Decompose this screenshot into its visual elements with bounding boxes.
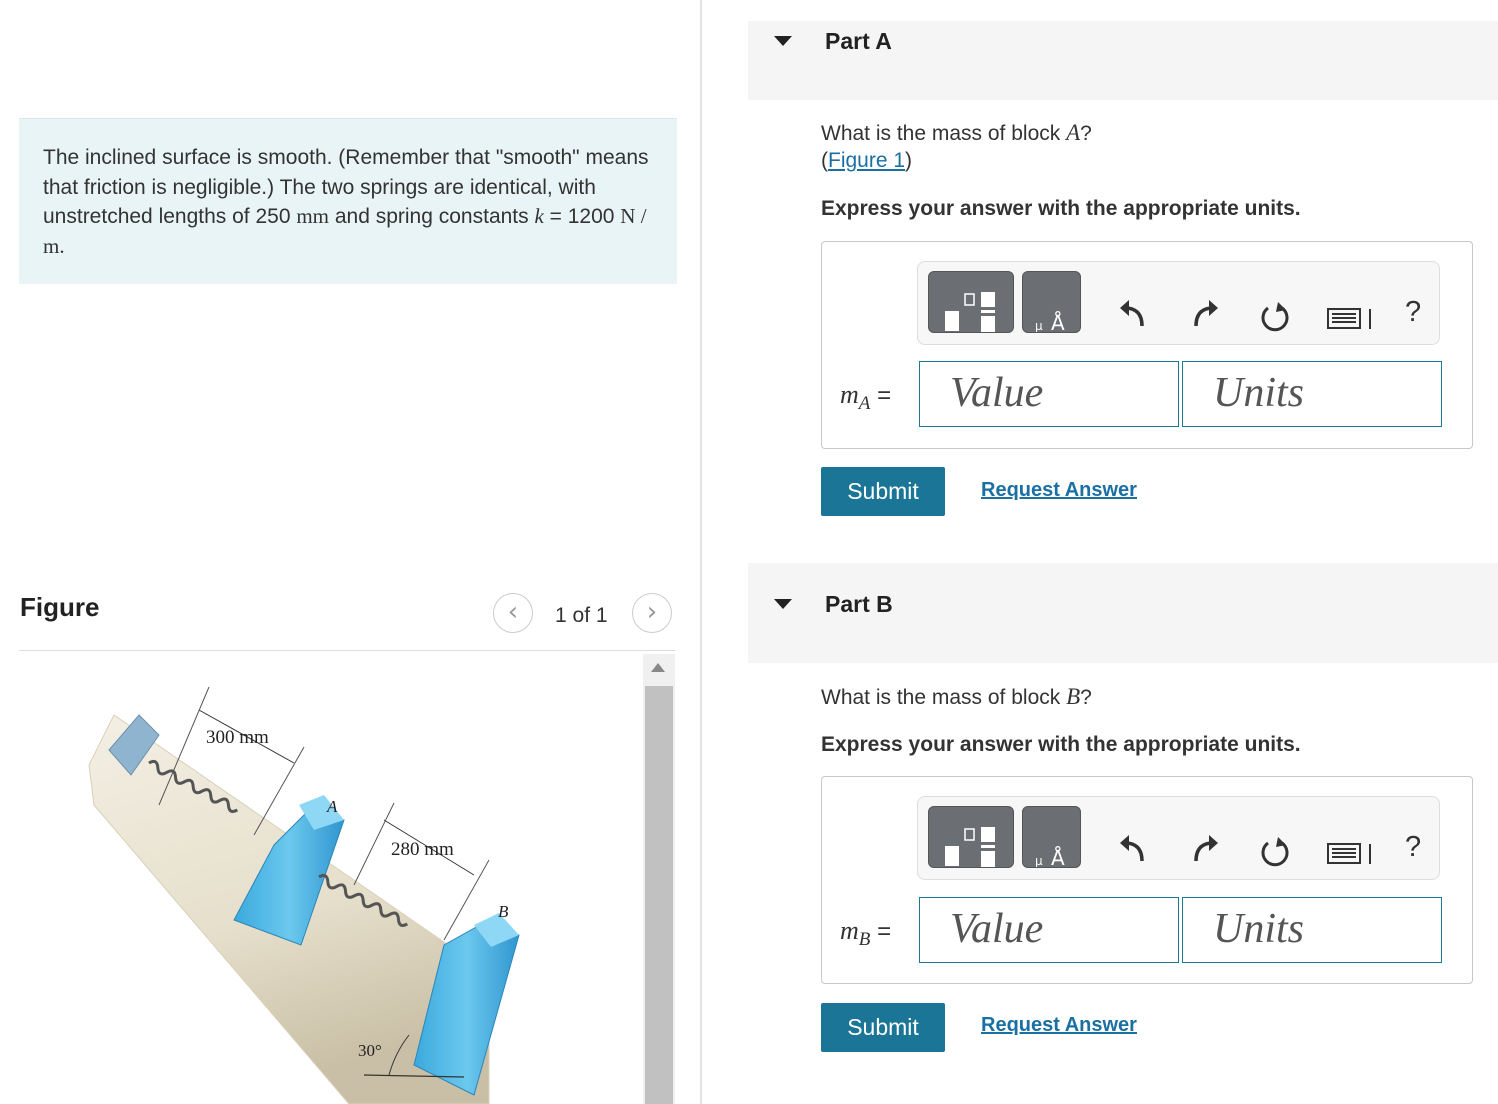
mm-unit: mm	[296, 204, 330, 228]
dim-label-280: 280 mm	[391, 839, 454, 860]
scroll-up-arrow-icon[interactable]	[651, 663, 665, 672]
next-figure-button[interactable]: ›	[632, 593, 672, 633]
k-symbol: k	[534, 204, 544, 228]
part-b-units-input[interactable]: Units	[1182, 897, 1442, 963]
figure-link[interactable]: Figure 1	[828, 149, 905, 172]
block-a-label: A	[326, 797, 338, 816]
part-a-toolbar: μ Å ?	[917, 261, 1440, 345]
figure-heading: Figure	[20, 592, 100, 622]
part-b-value-input[interactable]: Value	[919, 897, 1179, 963]
keyboard-icon[interactable]	[1326, 306, 1376, 334]
problem-text-2: and spring constants	[329, 205, 535, 228]
figure-link-line: (Figure 1)	[821, 149, 913, 172]
part-b-question: What is the mass of block B?	[821, 684, 1092, 709]
block-symbol: B	[1066, 684, 1081, 709]
dim-label-300: 300 mm	[206, 727, 269, 748]
figure-divider	[19, 650, 675, 651]
part-a-title: Part A	[825, 28, 892, 54]
part-a-value-input[interactable]: Value	[919, 361, 1179, 427]
ext-line-2a	[353, 802, 395, 886]
undo-icon[interactable]	[1118, 298, 1146, 328]
block-b-label: B	[498, 902, 509, 921]
part-b-title: Part B	[825, 591, 893, 617]
redo-icon[interactable]	[1192, 298, 1220, 328]
block-symbol: A	[1066, 120, 1081, 145]
chevron-left-icon: ‹	[507, 597, 519, 627]
angle-label: 30°	[358, 1041, 382, 1060]
angstrom-units-icon[interactable]: μ Å	[1022, 271, 1081, 335]
part-a-submit-button[interactable]: Submit	[821, 467, 945, 516]
redo-icon[interactable]	[1192, 833, 1220, 863]
fraction-template-icon[interactable]	[928, 806, 1014, 868]
collapse-caret-icon[interactable]	[774, 599, 792, 609]
svg-text:Å: Å	[1051, 846, 1065, 867]
part-b-request-answer-link[interactable]: Request Answer	[981, 1014, 1137, 1037]
part-a-header[interactable]: Part A	[748, 21, 1498, 100]
svg-text:μ: μ	[1035, 319, 1043, 332]
svg-text:μ: μ	[1035, 854, 1043, 867]
reset-icon[interactable]	[1258, 835, 1292, 869]
keyboard-icon[interactable]	[1326, 841, 1376, 869]
figure-illustration: 300 mm 280 mm A B 30°	[88, 686, 520, 1104]
figure-scrollbar-thumb[interactable]	[645, 686, 673, 1104]
part-b-header[interactable]: Part B	[748, 563, 1498, 663]
angstrom-units-icon[interactable]: μ Å	[1022, 806, 1081, 870]
chevron-right-icon: ›	[646, 597, 658, 627]
fraction-template-icon[interactable]	[928, 271, 1014, 333]
part-b-toolbar: μ Å ?	[917, 796, 1440, 880]
help-button[interactable]: ?	[1405, 296, 1421, 329]
part-b-variable-label: mB =	[840, 916, 892, 950]
part-a-request-answer-link[interactable]: Request Answer	[981, 479, 1137, 502]
period: .	[59, 233, 65, 258]
undo-icon[interactable]	[1118, 833, 1146, 863]
column-divider	[700, 0, 702, 1104]
part-b-submit-button[interactable]: Submit	[821, 1003, 945, 1052]
svg-text:Å: Å	[1051, 311, 1065, 332]
part-b-instruction: Express your answer with the appropriate…	[821, 733, 1301, 756]
problem-statement: The inclined surface is smooth. (Remembe…	[19, 118, 677, 284]
k-equals: = 1200	[543, 205, 621, 228]
part-a-question: What is the mass of block A?	[821, 120, 1092, 145]
part-a-units-input[interactable]: Units	[1182, 361, 1442, 427]
figure-pager: 1 of 1	[555, 604, 608, 627]
prev-figure-button[interactable]: ‹	[493, 593, 533, 633]
part-a-variable-label: mA =	[840, 380, 892, 414]
help-button[interactable]: ?	[1405, 831, 1421, 864]
collapse-caret-icon[interactable]	[774, 36, 792, 46]
part-a-instruction: Express your answer with the appropriate…	[821, 197, 1301, 220]
reset-icon[interactable]	[1258, 300, 1292, 334]
